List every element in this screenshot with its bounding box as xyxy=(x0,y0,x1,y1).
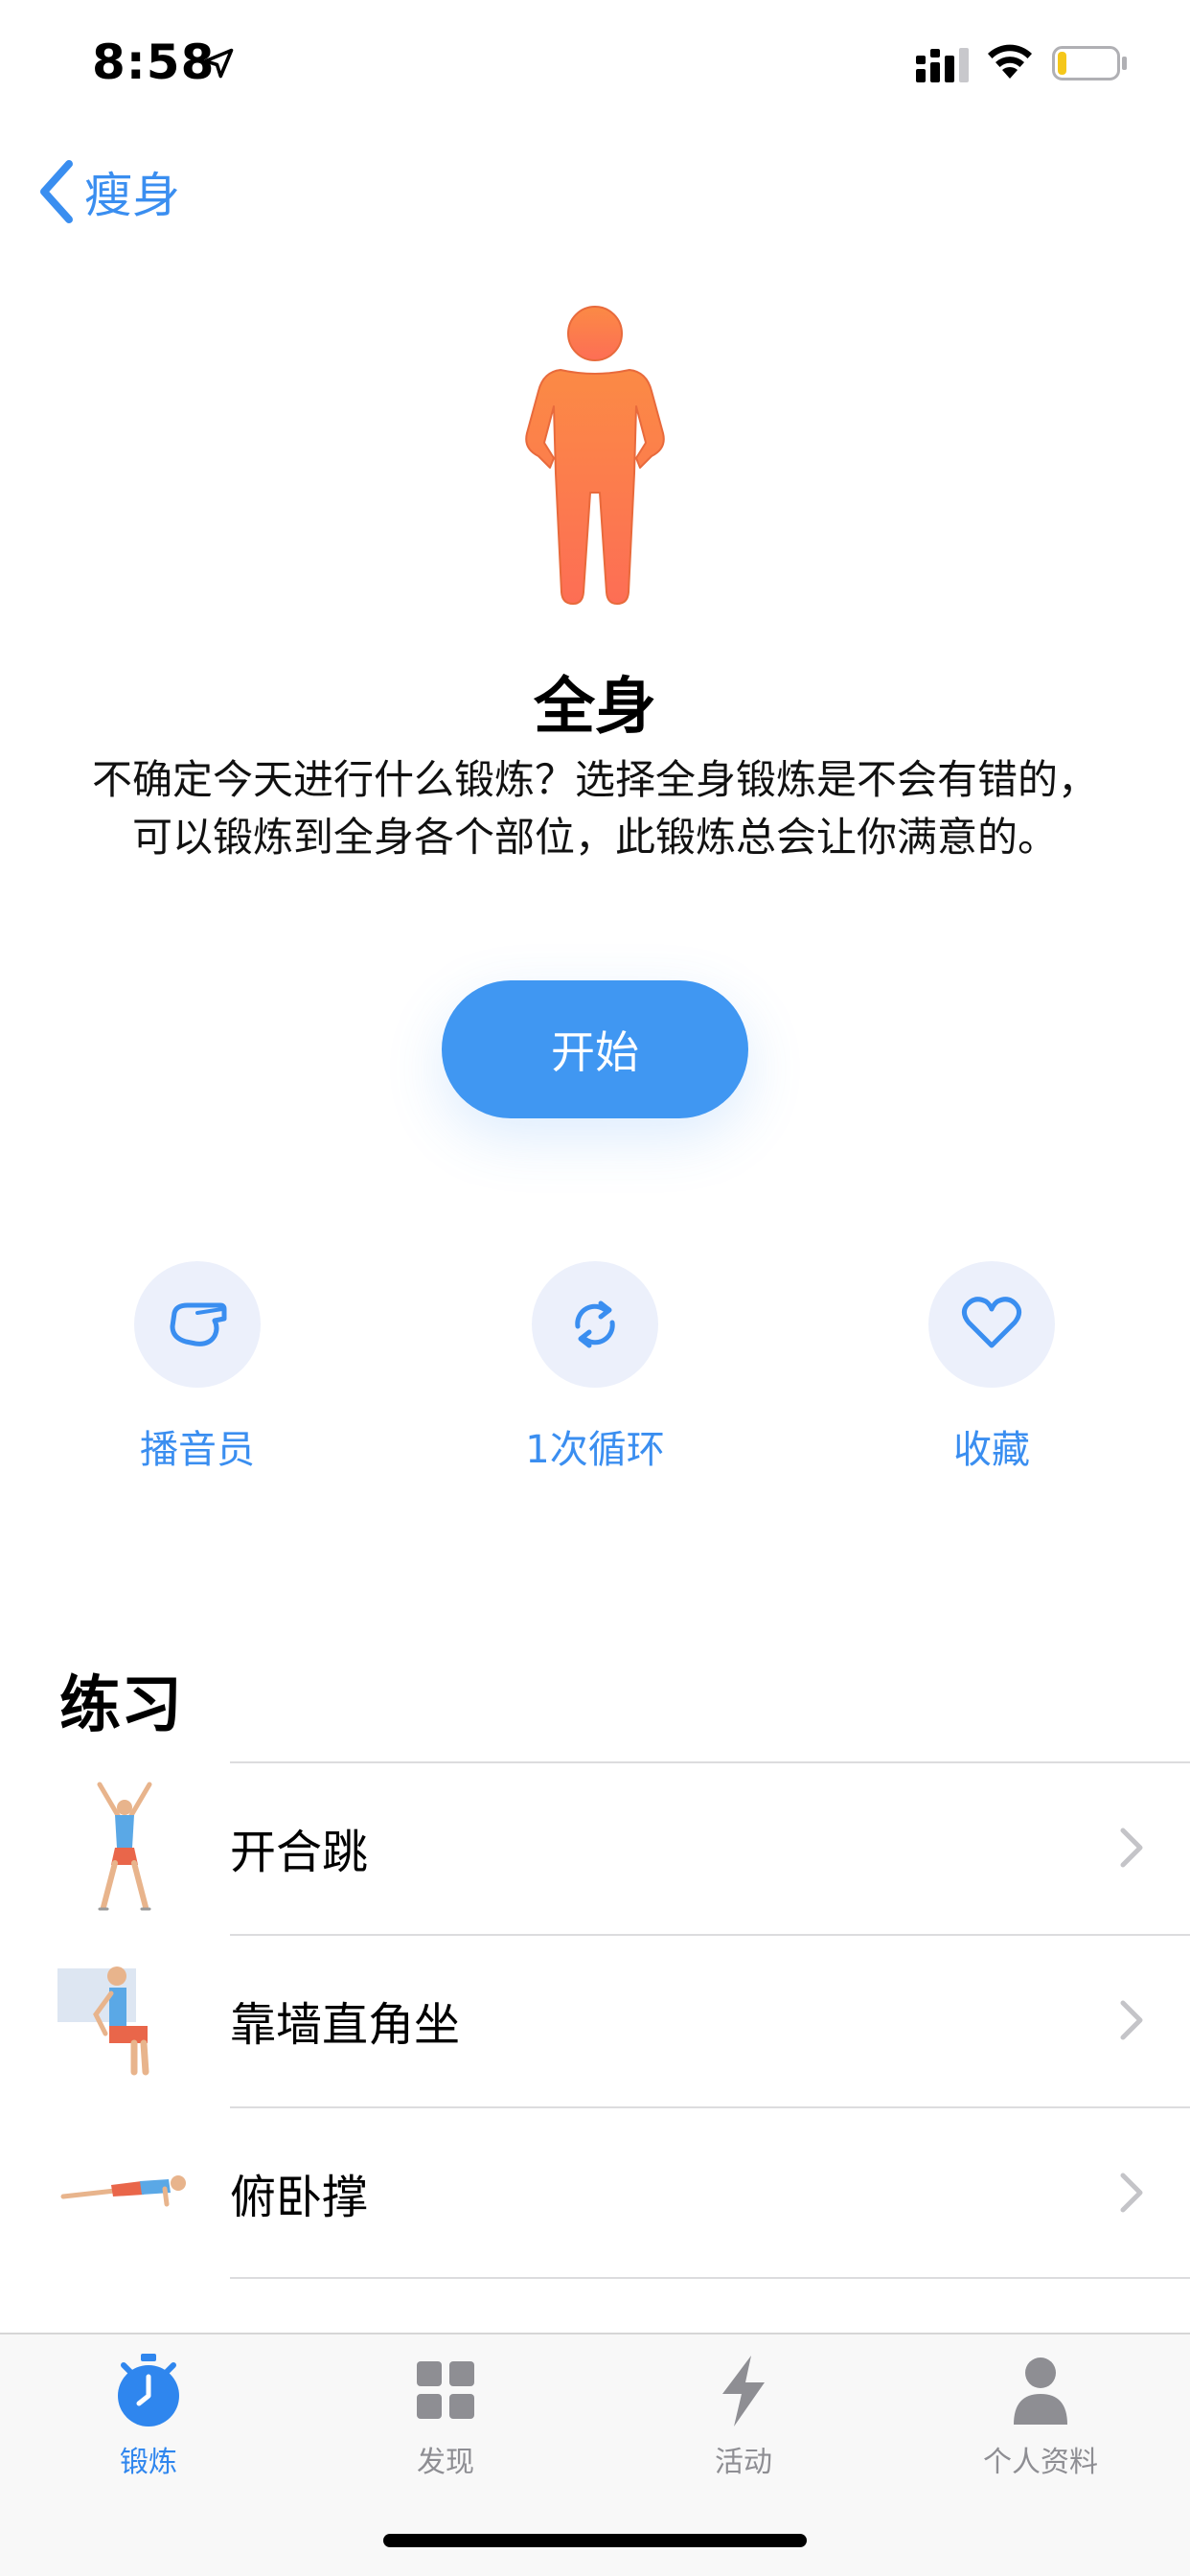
announcer-option[interactable]: 播音员 xyxy=(82,1261,312,1474)
favorite-button[interactable] xyxy=(928,1261,1055,1388)
favorite-label: 收藏 xyxy=(953,1428,1030,1472)
lightning-icon xyxy=(722,2356,765,2426)
status-time: 8:58 xyxy=(92,34,216,90)
heart-icon xyxy=(961,1297,1022,1348)
workout-description: 不确定今天进行什么锻炼？选择全身锻炼是不会有错的，可以锻炼到全身各个部位，此锻炼… xyxy=(91,756,1098,861)
grid-icon xyxy=(417,2361,474,2419)
exercises-section-title: 练习 xyxy=(59,1670,182,1741)
tab-workouts[interactable]: 锻炼 xyxy=(53,2352,244,2480)
rounds-button[interactable] xyxy=(532,1261,658,1388)
exercise-name: 靠墙直角坐 xyxy=(230,1998,461,2052)
chevron-right-icon xyxy=(1120,2000,1143,2040)
announcer-label: 播音员 xyxy=(140,1428,255,1472)
whistle-icon xyxy=(170,1302,227,1346)
tab-activity[interactable]: 活动 xyxy=(648,2352,839,2480)
tab-profile[interactable]: 个人资料 xyxy=(945,2352,1136,2480)
workout-title: 全身 xyxy=(534,672,656,743)
chevron-right-icon xyxy=(1120,1828,1143,1868)
exercise-name: 俯卧撑 xyxy=(230,2171,369,2224)
rounds-option[interactable]: 1次循环 xyxy=(480,1261,710,1474)
tab-label: 活动 xyxy=(715,2446,772,2479)
location-arrow-icon xyxy=(203,48,234,79)
tab-label: 发现 xyxy=(417,2446,474,2479)
tab-label: 个人资料 xyxy=(983,2446,1098,2479)
status-bar: 8:58 xyxy=(0,0,1190,126)
exercise-list: 开合跳 靠墙直角坐 俯卧撑 xyxy=(0,1761,1190,2279)
stopwatch-icon xyxy=(118,2354,179,2426)
tab-label: 锻炼 xyxy=(120,2446,177,2479)
push-up-thumbnail xyxy=(60,2175,186,2207)
cellular-signal-icon xyxy=(916,48,969,82)
favorite-option[interactable]: 收藏 xyxy=(877,1261,1107,1474)
chevron-right-icon xyxy=(1120,2173,1143,2213)
back-button[interactable]: 瘦身 xyxy=(34,153,180,230)
exercise-row-wall-sit[interactable]: 靠墙直角坐 xyxy=(0,1934,1190,2106)
start-button[interactable]: 开始 xyxy=(442,980,748,1118)
person-icon xyxy=(1014,2358,1067,2425)
announcer-button[interactable] xyxy=(134,1261,261,1388)
tab-discover[interactable]: 发现 xyxy=(350,2352,541,2480)
repeat-icon xyxy=(575,1300,615,1348)
wall-sit-thumbnail xyxy=(57,1966,149,2076)
rounds-label: 1次循环 xyxy=(525,1428,665,1472)
back-label: 瘦身 xyxy=(84,168,180,223)
full-body-figure-icon xyxy=(525,306,665,605)
battery-icon xyxy=(1052,46,1127,80)
chevron-left-icon xyxy=(40,160,73,223)
workout-detail-screen: 8:58 瘦身 全身 不确定今天进行什么锻炼？选择全身锻炼是不会有错的，可以锻炼… xyxy=(0,0,1190,2576)
exercise-row-jumping-jacks[interactable]: 开合跳 xyxy=(0,1761,1190,1934)
exercise-name: 开合跳 xyxy=(230,1826,369,1879)
wifi-icon xyxy=(988,44,1032,79)
home-indicator xyxy=(383,2534,807,2547)
jumping-jack-thumbnail xyxy=(97,1782,152,1911)
exercise-row-push-up[interactable]: 俯卧撑 xyxy=(0,2106,1190,2279)
